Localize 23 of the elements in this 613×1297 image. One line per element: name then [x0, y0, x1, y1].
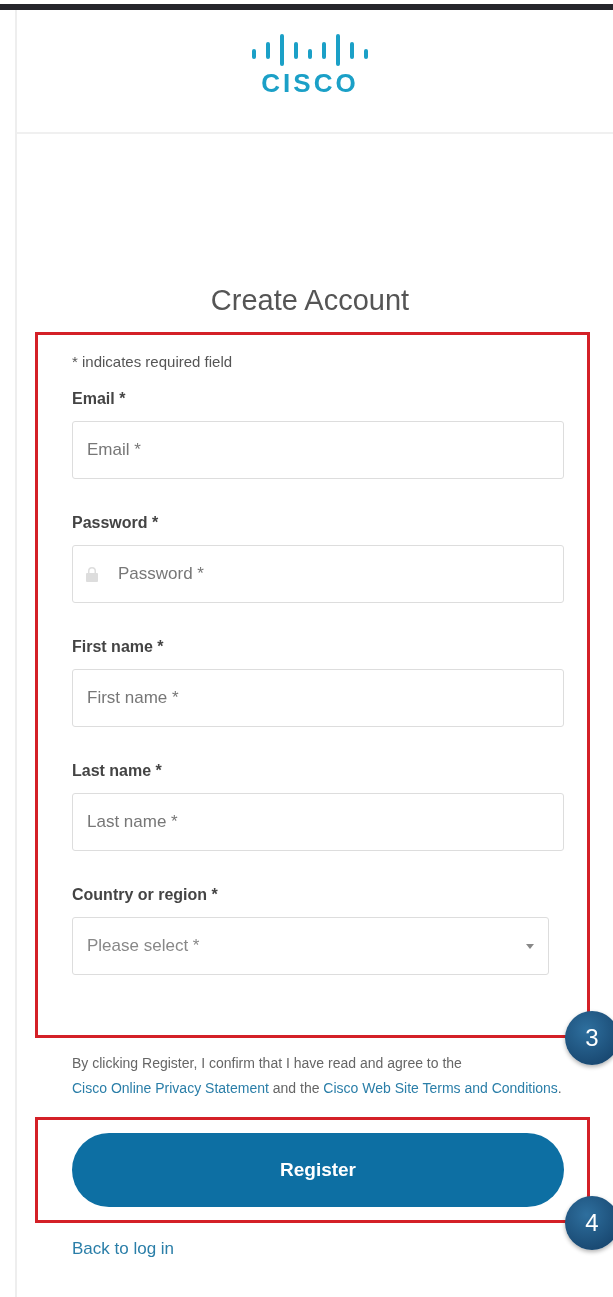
caret-icon — [526, 943, 534, 949]
link[interactable]: Cisco Web Site Terms and Conditions — [323, 1080, 558, 1096]
page-title: Create Account — [209, 283, 411, 318]
logo-wordmark: CISCO — [261, 68, 359, 98]
field-label: Last name * — [72, 761, 163, 781]
field-label: First name * — [72, 637, 165, 657]
link[interactable]: Cisco Online Privacy Statement — [72, 1080, 269, 1096]
input-field[interactable]: Last name * — [72, 793, 564, 851]
required-note: * indicates required field — [72, 352, 234, 372]
country-select[interactable]: Please select * — [72, 917, 549, 975]
field-label: Password * — [72, 513, 160, 533]
password-field[interactable]: Password * — [72, 545, 564, 603]
step-badge: 3 — [565, 1011, 613, 1065]
input-field[interactable]: Email * — [72, 421, 564, 479]
step-badge: 4 — [565, 1196, 613, 1250]
field-label: Country or region * — [72, 885, 219, 905]
register-button[interactable]: Register — [72, 1133, 564, 1207]
lock-icon — [86, 566, 98, 582]
back-link[interactable]: Back to log in — [72, 1239, 175, 1259]
logo-bars-icon — [250, 32, 370, 66]
input-field[interactable]: First name * — [72, 669, 564, 727]
field-label: Email * — [72, 389, 127, 409]
terms-text: By clicking Register, I confirm that I have read and agree to the Cisco Online Privacy Statement and the Cisco Web Site Terms and Conditions. — [72, 1054, 563, 1098]
